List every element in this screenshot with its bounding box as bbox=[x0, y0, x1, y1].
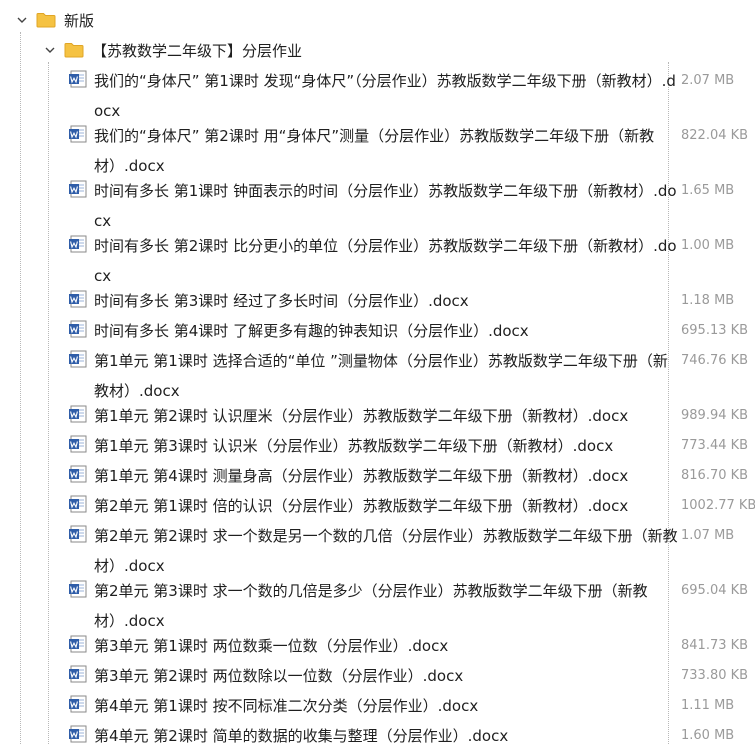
word-document-icon bbox=[68, 465, 88, 483]
file-name: 第1单元 第1课时 选择合适的“单位 ”测量物体（分层作业）苏教版数学二年级下册… bbox=[94, 352, 668, 400]
file-name: 第2单元 第1课时 倍的认识（分层作业）苏教版数学二年级下册（新教材）.docx bbox=[94, 497, 629, 515]
file-size: 1.00 MB bbox=[681, 238, 735, 253]
file-row[interactable]: 第1单元 第2课时 认识厘米（分层作业）苏教版数学二年级下册（新教材）.docx… bbox=[66, 401, 755, 431]
file-size: 1.11 MB bbox=[681, 698, 735, 713]
folder-row-subfolder[interactable]: 【苏教数学二年级下】分层作业 bbox=[42, 37, 302, 63]
file-row[interactable]: 第2单元 第1课时 倍的认识（分层作业）苏教版数学二年级下册（新教材）.docx… bbox=[66, 491, 755, 521]
folder-label-subfolder: 【苏教数学二年级下】分层作业 bbox=[92, 41, 303, 60]
file-size: 822.04 KB bbox=[681, 128, 749, 143]
file-name: 第2单元 第2课时 求一个数是另一个数的几倍（分层作业）苏教版数学二年级下册（新… bbox=[94, 527, 678, 575]
word-document-icon bbox=[68, 235, 88, 253]
file-size: 695.13 KB bbox=[681, 323, 749, 338]
file-row[interactable]: 第2单元 第2课时 求一个数是另一个数的几倍（分层作业）苏教版数学二年级下册（新… bbox=[66, 521, 755, 576]
word-document-icon bbox=[68, 725, 88, 743]
word-document-icon bbox=[68, 125, 88, 143]
file-row[interactable]: 我们的“身体尺” 第2课时 用“身体尺”测量（分层作业）苏教版数学二年级下册（新… bbox=[66, 121, 755, 176]
file-name: 我们的“身体尺” 第1课时 发现“身体尺”（分层作业）苏教版数学二年级下册（新教… bbox=[94, 72, 676, 120]
file-size: 746.76 KB bbox=[681, 353, 749, 368]
file-row[interactable]: 时间有多长 第1课时 钟面表示的时间（分层作业）苏教版数学二年级下册（新教材）.… bbox=[66, 176, 755, 231]
word-document-icon bbox=[68, 635, 88, 653]
file-name: 第4单元 第2课时 简单的数据的收集与整理（分层作业）.docx bbox=[94, 727, 509, 745]
file-name: 时间有多长 第3课时 经过了多长时间（分层作业）.docx bbox=[94, 292, 469, 310]
folder-label-root: 新版 bbox=[64, 11, 95, 30]
file-row[interactable]: 时间有多长 第2课时 比分更小的单位（分层作业）苏教版数学二年级下册（新教材）.… bbox=[66, 231, 755, 286]
file-name: 时间有多长 第1课时 钟面表示的时间（分层作业）苏教版数学二年级下册（新教材）.… bbox=[94, 182, 677, 230]
file-row[interactable]: 第2单元 第3课时 求一个数的几倍是多少（分层作业）苏教版数学二年级下册（新教材… bbox=[66, 576, 755, 631]
word-document-icon bbox=[68, 495, 88, 513]
word-document-icon bbox=[68, 665, 88, 683]
word-document-icon bbox=[68, 405, 88, 423]
file-row[interactable]: 第1单元 第3课时 认识米（分层作业）苏教版数学二年级下册（新教材）.docx 7… bbox=[66, 431, 755, 461]
word-document-icon bbox=[68, 180, 88, 198]
file-row[interactable]: 第1单元 第1课时 选择合适的“单位 ”测量物体（分层作业）苏教版数学二年级下册… bbox=[66, 346, 755, 401]
word-document-icon bbox=[68, 695, 88, 713]
file-size: 989.94 KB bbox=[681, 408, 749, 423]
file-name: 第1单元 第2课时 认识厘米（分层作业）苏教版数学二年级下册（新教材）.docx bbox=[94, 407, 629, 425]
file-row[interactable]: 第4单元 第1课时 按不同标准二次分类（分层作业）.docx 1.11 MB bbox=[66, 691, 755, 721]
file-name: 第4单元 第1课时 按不同标准二次分类（分层作业）.docx bbox=[94, 697, 479, 715]
word-document-icon bbox=[68, 350, 88, 368]
file-name: 第3单元 第2课时 两位数除以一位数（分层作业）.docx bbox=[94, 667, 464, 685]
file-row[interactable]: 第3单元 第1课时 两位数乘一位数（分层作业）.docx 841.73 KB bbox=[66, 631, 755, 661]
folder-icon bbox=[36, 12, 56, 28]
file-name: 第2单元 第3课时 求一个数的几倍是多少（分层作业）苏教版数学二年级下册（新教材… bbox=[94, 582, 648, 630]
file-name: 我们的“身体尺” 第2课时 用“身体尺”测量（分层作业）苏教版数学二年级下册（新… bbox=[94, 127, 655, 175]
file-size: 1.65 MB bbox=[681, 183, 735, 198]
folder-row-root[interactable]: 新版 bbox=[14, 7, 94, 33]
file-row[interactable]: 第1单元 第4课时 测量身高（分层作业）苏教版数学二年级下册（新教材）.docx… bbox=[66, 461, 755, 491]
file-size: 1.60 MB bbox=[681, 728, 735, 743]
file-size: 1.18 MB bbox=[681, 293, 735, 308]
file-size: 773.44 KB bbox=[681, 438, 749, 453]
file-name: 时间有多长 第2课时 比分更小的单位（分层作业）苏教版数学二年级下册（新教材）.… bbox=[94, 237, 677, 285]
file-name: 时间有多长 第4课时 了解更多有趣的钟表知识（分层作业）.docx bbox=[94, 322, 529, 340]
chevron-down-icon[interactable] bbox=[42, 42, 58, 58]
file-size: 2.07 MB bbox=[681, 73, 735, 88]
file-row[interactable]: 时间有多长 第4课时 了解更多有趣的钟表知识（分层作业）.docx 695.13 … bbox=[66, 316, 755, 346]
folder-icon bbox=[64, 42, 84, 58]
file-size: 695.04 KB bbox=[681, 583, 749, 598]
file-name: 第1单元 第3课时 认识米（分层作业）苏教版数学二年级下册（新教材）.docx bbox=[94, 437, 614, 455]
file-size: 1.07 MB bbox=[681, 528, 735, 543]
file-row[interactable]: 第4单元 第2课时 简单的数据的收集与整理（分层作业）.docx 1.60 MB bbox=[66, 721, 755, 751]
word-document-icon bbox=[68, 580, 88, 598]
word-document-icon bbox=[68, 320, 88, 338]
file-size: 1002.77 KB bbox=[681, 498, 755, 513]
file-size: 841.73 KB bbox=[681, 638, 749, 653]
file-name: 第1单元 第4课时 测量身高（分层作业）苏教版数学二年级下册（新教材）.docx bbox=[94, 467, 629, 485]
word-document-icon bbox=[68, 290, 88, 308]
file-row[interactable]: 我们的“身体尺” 第1课时 发现“身体尺”（分层作业）苏教版数学二年级下册（新教… bbox=[66, 66, 755, 121]
chevron-down-icon[interactable] bbox=[14, 12, 30, 28]
tree-guide-root bbox=[20, 32, 21, 744]
tree-guide-subfolder bbox=[48, 62, 49, 744]
file-size: 816.70 KB bbox=[681, 468, 749, 483]
word-document-icon bbox=[68, 435, 88, 453]
file-size: 733.80 KB bbox=[681, 668, 749, 683]
word-document-icon bbox=[68, 70, 88, 88]
word-document-icon bbox=[68, 525, 88, 543]
file-name: 第3单元 第1课时 两位数乘一位数（分层作业）.docx bbox=[94, 637, 449, 655]
file-row[interactable]: 第3单元 第2课时 两位数除以一位数（分层作业）.docx 733.80 KB bbox=[66, 661, 755, 691]
file-row[interactable]: 时间有多长 第3课时 经过了多长时间（分层作业）.docx 1.18 MB bbox=[66, 286, 755, 316]
